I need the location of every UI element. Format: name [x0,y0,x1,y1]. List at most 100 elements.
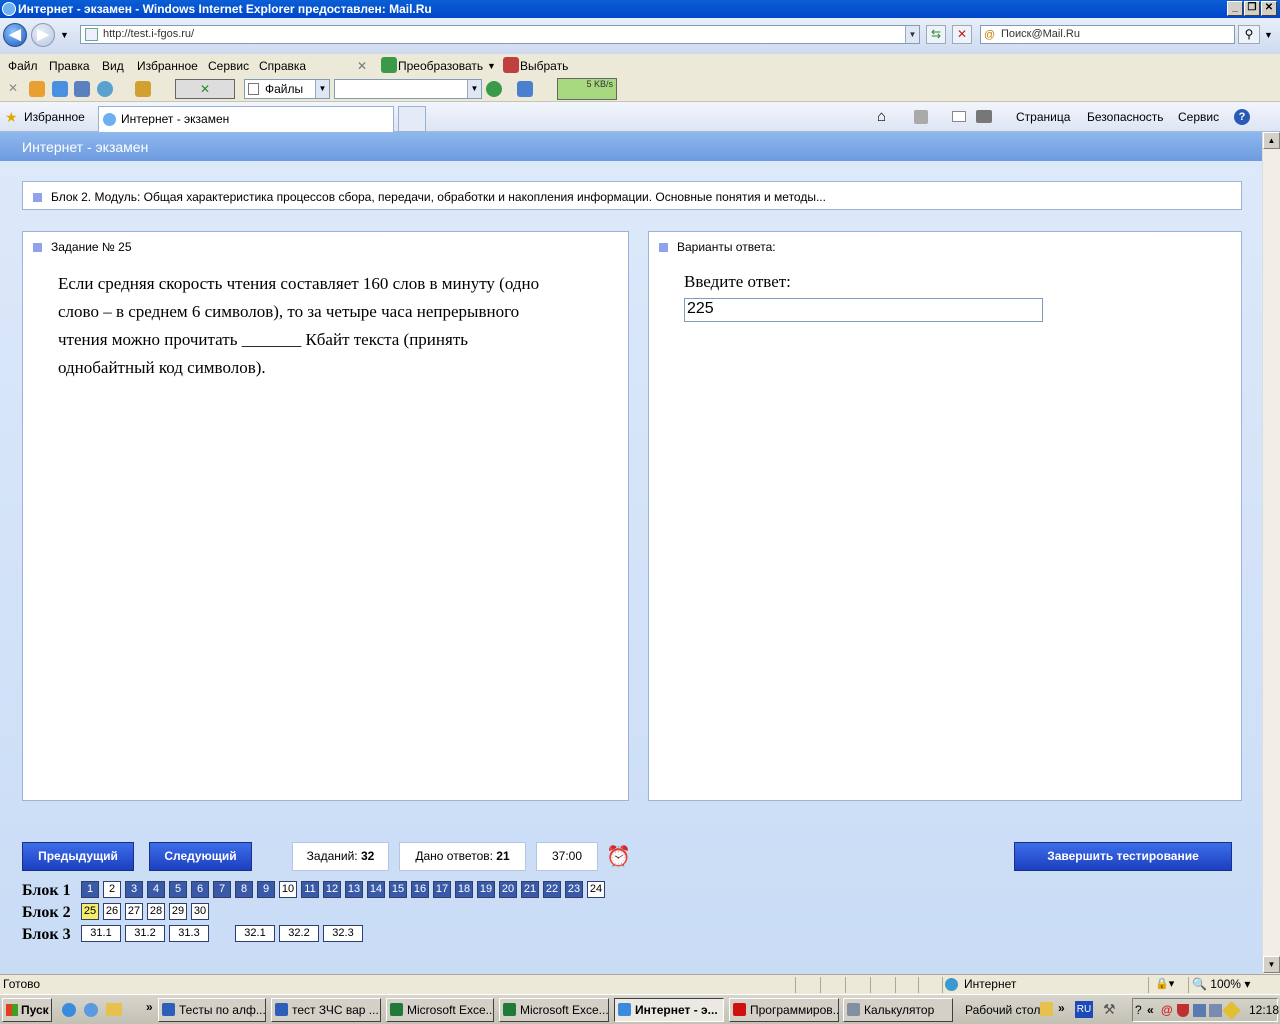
favorites-button[interactable]: Избранное [24,110,85,124]
globe-icon[interactable] [97,81,113,97]
address-bar[interactable]: http://test.i-fgos.ru/ ▼ [80,25,920,44]
question-cell[interactable]: 21 [521,881,539,898]
taskbar-item[interactable]: тест ЗЧС вар ... [271,998,381,1022]
zoom-control[interactable]: 🔍 100% ▾ [1192,975,1250,994]
question-cell[interactable]: 20 [499,881,517,898]
desktop-label[interactable]: Рабочий стол [965,1003,1040,1017]
ie-quicklaunch-icon[interactable] [84,1003,98,1017]
search-icon[interactable]: ⚲ [1238,25,1260,44]
question-cell[interactable]: 10 [279,881,297,898]
volume-icon[interactable] [1209,1004,1222,1017]
menu-help[interactable]: Справка [259,59,306,73]
taskbar-item[interactable]: Тесты по алф... [158,998,266,1022]
chevron-down-icon[interactable]: ▼ [315,80,329,98]
question-cell[interactable]: 22 [543,881,561,898]
new-tab-button[interactable] [398,106,426,132]
question-cell[interactable]: 15 [389,881,407,898]
taskbar-item[interactable]: Калькулятор [843,998,953,1022]
mail-icon[interactable] [29,81,45,97]
finish-test-button[interactable]: Завершить тестирование [1014,842,1232,871]
question-cell[interactable]: 11 [301,881,319,898]
question-cell[interactable]: 32.1 [235,925,275,942]
files-dropdown[interactable]: Файлы ▼ [244,79,330,99]
question-cell[interactable]: 16 [411,881,429,898]
folder-icon[interactable] [106,1003,122,1016]
scroll-down-icon[interactable]: ▼ [1263,956,1280,973]
download-icon[interactable] [517,81,533,97]
forward-button[interactable]: ▶ [31,23,55,47]
question-cell[interactable]: 29 [169,903,187,920]
help-icon[interactable]: ? [1135,999,1142,1021]
restore-button[interactable]: ❐ [1244,1,1260,16]
game-icon[interactable] [135,81,151,97]
security-menu[interactable]: Безопасность [1087,110,1164,124]
question-cell[interactable]: 23 [565,881,583,898]
convert-button[interactable]: Преобразовать [398,59,483,73]
question-cell[interactable]: 18 [455,881,473,898]
add-icon[interactable] [52,81,68,97]
question-cell[interactable]: 1 [81,881,99,898]
question-cell[interactable]: 31.1 [81,925,121,942]
scroll-up-icon[interactable]: ▲ [1263,132,1280,149]
help-icon[interactable]: ? [1234,109,1250,125]
question-cell[interactable]: 3 [125,881,143,898]
question-cell[interactable]: 30 [191,903,209,920]
question-cell[interactable]: 28 [147,903,165,920]
stop-icon[interactable]: ✕ [952,25,972,44]
windows-icon[interactable] [74,81,90,97]
menu-edit[interactable]: Правка [49,59,90,73]
vertical-scrollbar[interactable]: ▲ ▼ [1262,132,1280,974]
answer-input[interactable]: 225 [684,298,1043,322]
network-icon[interactable] [1193,1004,1206,1017]
question-cell[interactable]: 32.2 [279,925,319,942]
quicklaunch-expand-icon[interactable]: » [146,1000,153,1014]
chevron-down-icon[interactable]: ▼ [905,26,919,43]
question-cell[interactable]: 5 [169,881,187,898]
close-toolbar-icon[interactable]: ✕ [357,59,367,73]
menu-favorites[interactable]: Избранное [137,59,198,73]
search-go-icon[interactable] [486,81,502,97]
back-button[interactable]: ◀ [3,23,27,47]
mail-icon[interactable] [952,111,966,122]
question-cell[interactable]: 13 [345,881,363,898]
start-button[interactable]: Пуск [2,998,52,1022]
tray-expand-icon[interactable]: « [1147,999,1154,1021]
language-indicator[interactable]: RU [1075,1001,1093,1018]
mailru-agent-icon[interactable]: @ [1161,999,1173,1021]
page-menu[interactable]: Страница [1016,110,1070,124]
taskbar-item[interactable]: Интернет - э... [614,998,724,1022]
question-cell[interactable]: 4 [147,881,165,898]
next-button[interactable]: Следующий [149,842,252,871]
question-cell[interactable]: 17 [433,881,451,898]
question-cell[interactable]: 7 [213,881,231,898]
question-cell[interactable]: 12 [323,881,341,898]
question-cell[interactable]: 8 [235,881,253,898]
chevron-down-icon[interactable]: ▼ [467,80,481,98]
close-icon[interactable]: ✕ [8,81,18,95]
question-cell[interactable]: 9 [257,881,275,898]
agent-button[interactable]: ✕ [175,79,235,99]
minimize-button[interactable]: _ [1227,1,1243,16]
history-dropdown-icon[interactable]: ▼ [60,30,69,40]
tools-icon[interactable]: ⚒ [1103,1001,1116,1018]
window-title-bar[interactable]: Интернет - экзамен - Windows Internet Ex… [0,0,1280,18]
home-icon[interactable]: ⌂ [877,108,886,125]
question-cell[interactable]: 32.3 [323,925,363,942]
pencil-icon[interactable] [1222,1001,1241,1020]
protected-mode-icon[interactable]: 🔒▾ [1155,975,1174,994]
question-cell[interactable]: 6 [191,881,209,898]
close-button[interactable]: ✕ [1261,1,1277,16]
question-cell[interactable]: 31.3 [169,925,209,942]
question-cell[interactable]: 14 [367,881,385,898]
question-cell[interactable]: 19 [477,881,495,898]
question-cell[interactable]: 31.2 [125,925,165,942]
previous-button[interactable]: Предыдущий [22,842,134,871]
select-button[interactable]: Выбрать [520,59,568,73]
question-cell[interactable]: 27 [125,903,143,920]
menu-file[interactable]: Файл [8,59,38,73]
toolbar-search-input[interactable]: ▼ [334,79,482,99]
menu-view[interactable]: Вид [102,59,124,73]
antivirus-icon[interactable] [1177,1004,1189,1017]
toolbar-expand-icon[interactable]: » [1058,1001,1065,1015]
taskbar-item[interactable]: Microsoft Exce... [386,998,494,1022]
